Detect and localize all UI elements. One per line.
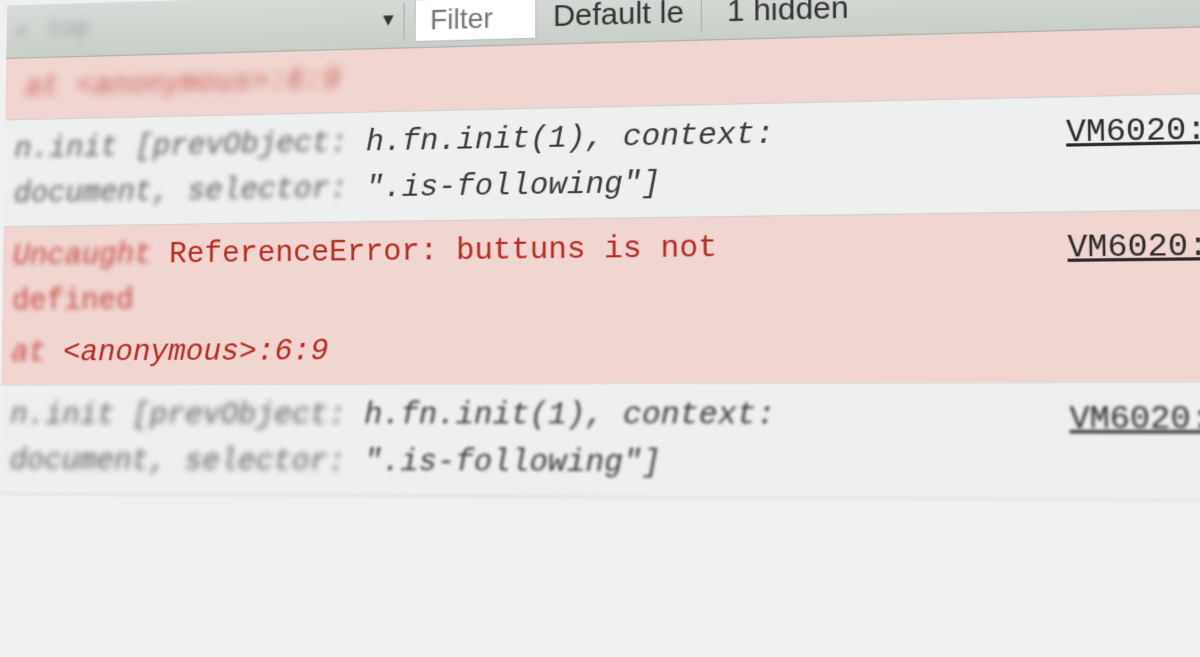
error-message: Uncaught ReferenceError: buttuns is not … bbox=[11, 221, 1069, 377]
level-dropdown[interactable]: Default le bbox=[547, 0, 691, 34]
log-message: n.init [prevObject: h.fn.init(1), contex… bbox=[13, 106, 1066, 218]
separator bbox=[701, 0, 702, 31]
hidden-count[interactable]: 1 hidden bbox=[712, 0, 864, 29]
filter-input[interactable] bbox=[415, 0, 537, 42]
console-row-error: Uncaught ReferenceError: buttuns is not … bbox=[1, 210, 1200, 386]
console-output: at <anonymous>:6:9 n.init [prevObject: h… bbox=[0, 26, 1200, 501]
chevron-down-icon[interactable]: ▼ bbox=[383, 11, 394, 32]
source-link[interactable]: VM6020:4 bbox=[1066, 107, 1200, 159]
source-link[interactable]: VM6020:6 bbox=[1067, 223, 1200, 274]
source-link[interactable]: VM6020:4 bbox=[1069, 396, 1200, 446]
log-message: n.init [prevObject: h.fn.init(1), contex… bbox=[9, 392, 1070, 490]
clear-icon[interactable]: ⊘ bbox=[14, 20, 29, 42]
console-row-log: n.init [prevObject: h.fn.init(1), contex… bbox=[0, 383, 1200, 501]
separator bbox=[404, 2, 405, 39]
context-select[interactable]: top bbox=[38, 16, 99, 45]
